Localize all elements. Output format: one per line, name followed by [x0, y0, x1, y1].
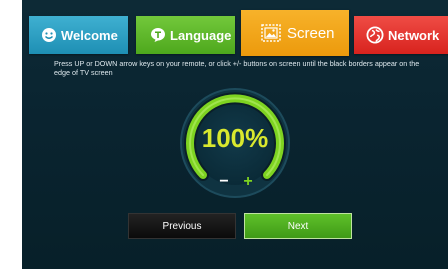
zoom-plus-button[interactable]: +: [241, 174, 255, 190]
tab-screen[interactable]: Screen: [241, 10, 349, 56]
tab-network-label: Network: [388, 27, 440, 43]
tab-welcome-label: Welcome: [61, 27, 118, 43]
screen-picture-icon: [261, 24, 281, 42]
smiley-icon: [41, 27, 57, 43]
setup-tabs: Welcome Language Screen Network: [22, 10, 448, 60]
zoom-dial: 100% − +: [179, 87, 291, 199]
t-bubble-icon: [150, 27, 166, 43]
zoom-percentage: 100%: [201, 123, 269, 153]
next-button[interactable]: Next: [244, 213, 352, 239]
tab-network[interactable]: Network: [354, 16, 448, 54]
tab-language-label: Language: [170, 27, 232, 43]
tab-welcome[interactable]: Welcome: [29, 16, 128, 54]
instruction-text: Press UP or DOWN arrow keys on your remo…: [54, 59, 420, 77]
tab-language[interactable]: Language: [136, 16, 235, 54]
zoom-minus-button[interactable]: −: [217, 174, 231, 190]
tv-screen: Welcome Language Screen Network Press UP…: [22, 0, 448, 269]
previous-button[interactable]: Previous: [128, 213, 236, 239]
tab-screen-label: Screen: [287, 24, 335, 42]
globe-icon: [366, 26, 384, 44]
